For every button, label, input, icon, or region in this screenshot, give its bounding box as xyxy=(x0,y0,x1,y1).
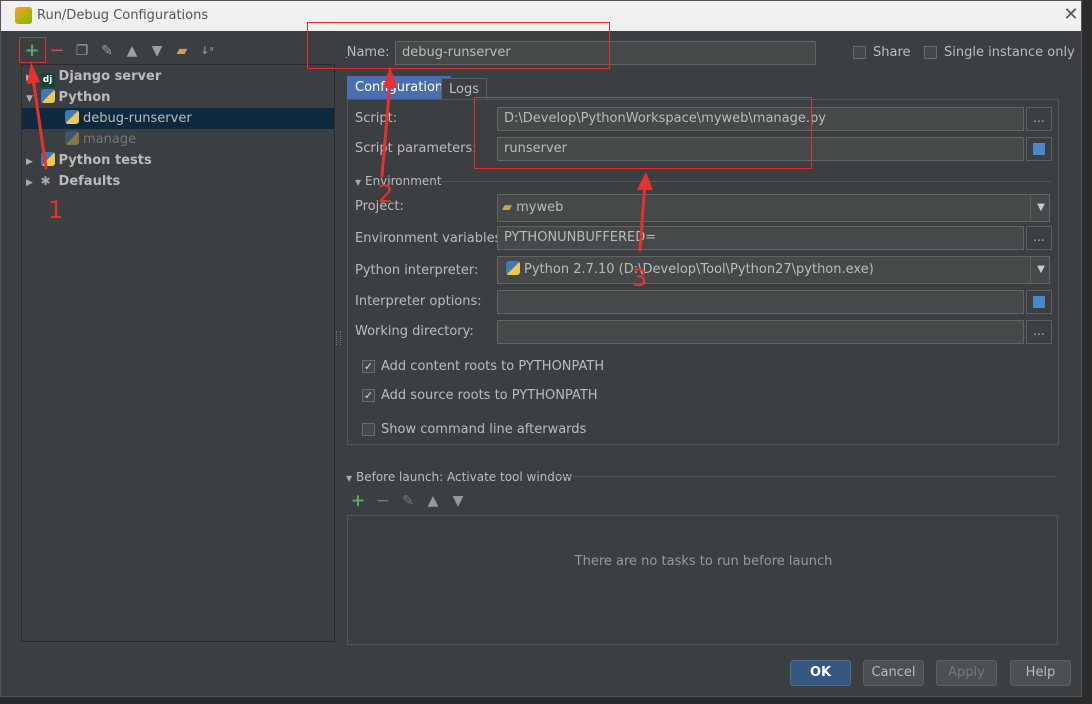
annotation-arrow-3 xyxy=(638,180,647,252)
annotation-arrowhead-1 xyxy=(27,62,40,84)
annotation-label-2: 2 xyxy=(378,180,394,208)
annotation-arrow-2 xyxy=(380,80,392,178)
annotation-label-1: 1 xyxy=(48,196,64,224)
annotation-arrowhead-2 xyxy=(383,66,397,88)
annotation-arrowhead-3 xyxy=(637,172,653,190)
annotation-arrow-1 xyxy=(31,76,48,170)
annotation-label-3: 3 xyxy=(632,264,648,292)
annotation-arrows xyxy=(27,62,653,252)
